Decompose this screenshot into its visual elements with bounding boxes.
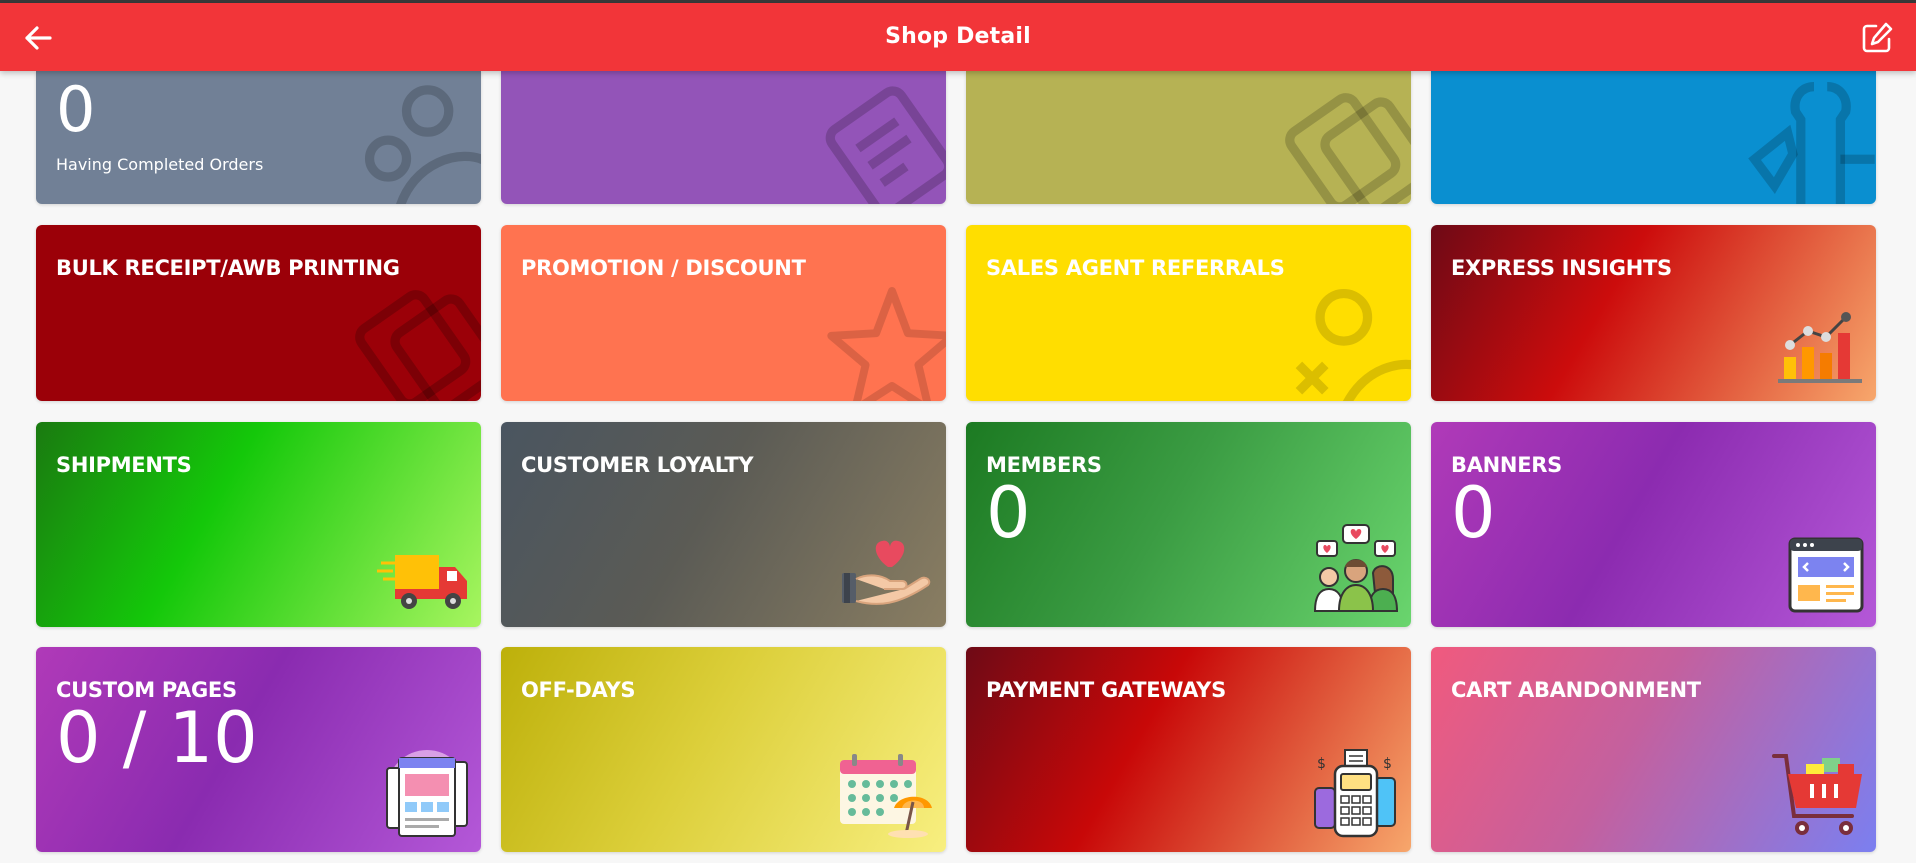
sales-agent-referrals-tile[interactable]: SALES AGENT REFERRALS — [966, 225, 1411, 401]
edit-icon[interactable] — [1860, 21, 1894, 55]
cart-abandonment-tile[interactable]: CART ABANDONMENT — [1431, 647, 1876, 852]
shipments-tile[interactable]: SHIPMENTS — [36, 422, 481, 627]
tile-label: PROMOTION / DISCOUNT — [521, 256, 806, 280]
off-days-tile[interactable]: OFF-DAYS — [501, 647, 946, 852]
express-insights-tile[interactable]: EXPRESS INSIGHTS — [1431, 225, 1876, 401]
row0-tile-3[interactable] — [966, 71, 1411, 204]
tools-icon — [1748, 81, 1875, 204]
copy-icon — [1285, 93, 1411, 204]
tile-label: EXPRESS INSIGHTS — [1451, 256, 1672, 280]
tile-label: SHIPMENTS — [56, 453, 192, 477]
banners-tile[interactable]: BANNERS 0 — [1431, 422, 1876, 627]
delivery-truck-icon — [377, 555, 467, 609]
tile-label: CUSTOMER LOYALTY — [521, 453, 754, 477]
svg-text:$: $ — [1317, 756, 1326, 772]
custom-pages-tile[interactable]: CUSTOM PAGES 0 / 10 — [36, 647, 481, 852]
user-x-icon — [1295, 288, 1411, 401]
tile-label: PAYMENT GATEWAYS — [986, 678, 1226, 702]
users-icon — [364, 85, 481, 204]
bar-chart-icon — [1778, 312, 1862, 383]
row0-tile-4[interactable] — [1431, 71, 1876, 204]
heart-hand-icon — [842, 540, 931, 605]
payment-terminal-icon: $ $ — [1314, 749, 1396, 838]
tile-label: CART ABANDONMENT — [1451, 678, 1701, 702]
custom-pages-count: 0 / 10 — [56, 697, 258, 779]
svg-text:$: $ — [1383, 756, 1392, 772]
page-title: Shop Detail — [885, 24, 1031, 49]
customer-loyalty-tile[interactable]: CUSTOMER LOYALTY — [501, 422, 946, 627]
banners-count: 0 — [1451, 472, 1496, 554]
web-pages-icon — [386, 750, 468, 837]
members-group-icon — [1313, 524, 1399, 612]
star-icon — [827, 286, 946, 401]
tile-label: BULK RECEIPT/AWB PRINTING — [56, 256, 400, 280]
members-count: 0 — [986, 472, 1031, 554]
completed-orders-tile[interactable]: 0 Having Completed Orders — [36, 71, 481, 204]
members-tile[interactable]: MEMBERS 0 — [966, 422, 1411, 627]
calendar-beach-icon — [840, 754, 932, 838]
tile-label: OFF-DAYS — [521, 678, 636, 702]
bulk-receipt-awb-printing-tile[interactable]: BULK RECEIPT/AWB PRINTING — [36, 225, 481, 401]
completed-orders-count: 0 — [56, 73, 96, 146]
completed-orders-caption: Having Completed Orders — [56, 155, 264, 174]
tile-label: SALES AGENT REFERRALS — [986, 256, 1285, 280]
browser-banner-icon — [1788, 537, 1864, 613]
document-icon — [825, 86, 946, 204]
shopping-cart-icon — [1772, 754, 1862, 835]
promotion-discount-tile[interactable]: PROMOTION / DISCOUNT — [501, 225, 946, 401]
row0-tile-2[interactable] — [501, 71, 946, 204]
payment-gateways-tile[interactable]: PAYMENT GATEWAYS $ $ — [966, 647, 1411, 852]
app-header: Shop Detail — [0, 3, 1916, 71]
